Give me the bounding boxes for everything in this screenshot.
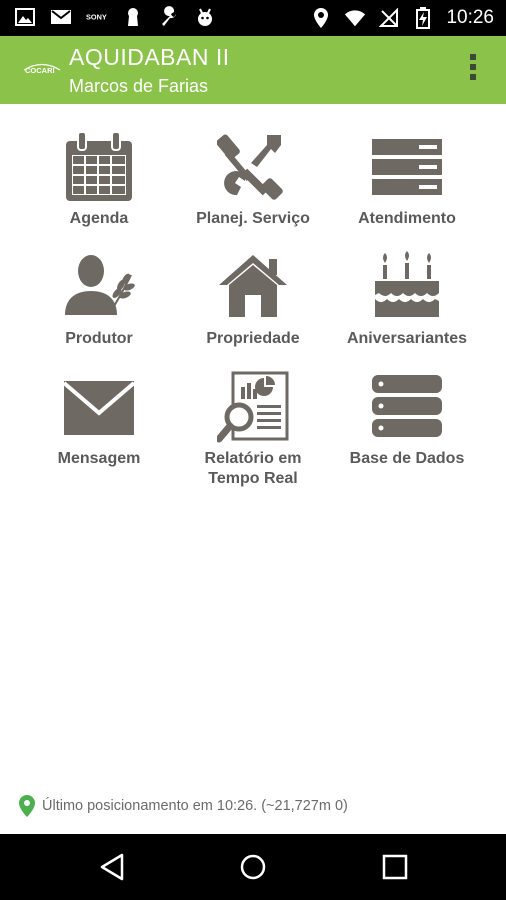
overflow-menu-icon[interactable] bbox=[468, 54, 478, 86]
gmail-icon bbox=[50, 6, 72, 28]
no-signal-icon bbox=[378, 7, 400, 29]
battery-charging-icon bbox=[412, 7, 434, 29]
report-icon bbox=[217, 371, 289, 443]
sony-icon: SONY bbox=[86, 6, 108, 28]
navigation-bar bbox=[0, 834, 506, 900]
tile-propriedade-label: Propriedade bbox=[206, 330, 300, 347]
notification-icons: SONY bbox=[14, 6, 216, 28]
app-bar: COCARI AQUIDABAN II Marcos de Farias bbox=[0, 36, 506, 104]
tile-agenda[interactable]: Agenda bbox=[22, 131, 176, 229]
wrench-icon bbox=[158, 6, 180, 28]
home-icon[interactable] bbox=[238, 852, 268, 882]
android-icon bbox=[194, 6, 216, 28]
image-icon bbox=[14, 6, 36, 28]
tile-atendimento[interactable]: Atendimento bbox=[330, 131, 484, 229]
envelope-icon bbox=[63, 381, 135, 435]
keyhole-icon bbox=[122, 6, 144, 28]
svg-text:SONY: SONY bbox=[86, 13, 107, 22]
back-icon[interactable] bbox=[98, 852, 128, 882]
logo-text: COCARI bbox=[25, 66, 55, 75]
tile-mensagem-label: Mensagem bbox=[57, 450, 141, 467]
tile-planej-servico-label: Planej. Serviço bbox=[196, 210, 310, 227]
location-icon bbox=[310, 7, 332, 29]
status-bar: SONY 10:26 bbox=[0, 0, 506, 36]
wifi-icon bbox=[344, 7, 366, 29]
app-subtitle: Marcos de Farias bbox=[69, 76, 209, 96]
tile-relatorio-label: Relatório em Tempo Real bbox=[204, 450, 302, 487]
map-pin-icon bbox=[19, 795, 35, 817]
tile-produtor[interactable]: Produtor bbox=[22, 251, 176, 349]
tile-base-dados-label: Base de Dados bbox=[349, 450, 465, 467]
cocari-logo[interactable]: COCARI bbox=[22, 61, 62, 79]
tile-aniversariantes-label: Aniversariantes bbox=[346, 330, 468, 347]
database-icon bbox=[372, 375, 442, 437]
house-icon bbox=[219, 255, 287, 317]
tile-produtor-label: Produtor bbox=[65, 330, 133, 347]
tile-planej-servico[interactable]: Planej. Serviço bbox=[176, 131, 330, 229]
tile-agenda-label: Agenda bbox=[69, 210, 129, 227]
tile-atendimento-label: Atendimento bbox=[358, 210, 456, 227]
system-icons: 10:26 bbox=[310, 6, 494, 30]
last-position-text: Último posicionamento em 10:26. (~21,727… bbox=[42, 798, 348, 814]
clock: 10:26 bbox=[446, 7, 494, 28]
cake-icon bbox=[375, 251, 439, 317]
app-title: AQUIDABAN II bbox=[69, 44, 230, 70]
tools-icon bbox=[217, 134, 283, 200]
farmer-icon bbox=[65, 255, 135, 315]
recents-icon[interactable] bbox=[380, 852, 410, 882]
tile-propriedade[interactable]: Propriedade bbox=[176, 251, 330, 349]
last-position-info: Último posicionamento em 10:26. (~21,727… bbox=[18, 794, 348, 818]
tile-relatorio[interactable]: Relatório em Tempo Real bbox=[176, 371, 330, 489]
calendar-icon bbox=[66, 131, 132, 201]
list-icon bbox=[372, 139, 442, 195]
tile-aniversariantes[interactable]: Aniversariantes bbox=[330, 251, 484, 349]
tile-mensagem[interactable]: Mensagem bbox=[22, 371, 176, 469]
tile-base-dados[interactable]: Base de Dados bbox=[330, 371, 484, 469]
